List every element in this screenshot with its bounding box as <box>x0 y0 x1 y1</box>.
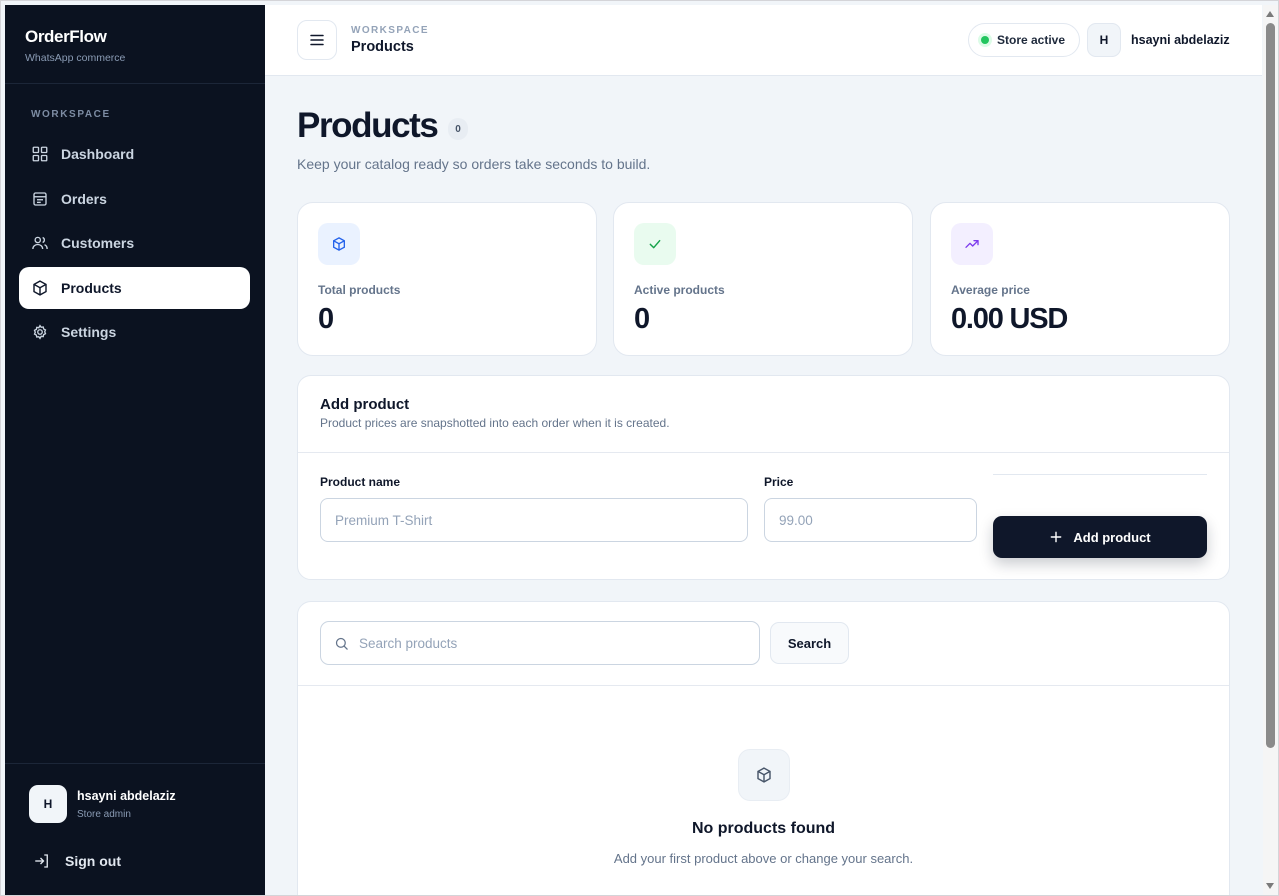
empty-state-icon-wrap <box>738 749 790 801</box>
card-divider <box>298 685 1229 686</box>
scrollbar-thumb[interactable] <box>1266 23 1275 748</box>
brand-subtitle: WhatsApp commerce <box>25 52 126 64</box>
sidebar-divider <box>5 763 265 764</box>
avatar: H <box>29 785 67 823</box>
sidebar-section-label: WORKSPACE <box>31 109 111 120</box>
sidebar-item-customers[interactable]: Customers <box>19 222 250 264</box>
divider <box>993 474 1207 475</box>
sidebar: OrderFlow WhatsApp commerce WORKSPACE Da… <box>5 5 265 895</box>
menu-toggle-button[interactable] <box>297 20 337 60</box>
search-icon <box>335 637 348 650</box>
stat-value: 0.00 USD <box>951 303 1068 335</box>
stat-icon-wrap <box>318 223 360 265</box>
sign-out-icon <box>35 854 48 868</box>
sidebar-item-label: Customers <box>61 235 135 251</box>
breadcrumb-title: Products <box>351 39 414 55</box>
page-title: Products <box>297 106 439 145</box>
plus-icon <box>1050 531 1062 543</box>
page-subtitle: Keep your catalog ready so orders take s… <box>297 156 651 172</box>
empty-state-subtitle: Add your first product above or change y… <box>613 851 914 866</box>
sidebar-item-dashboard[interactable]: Dashboard <box>19 133 250 175</box>
sidebar-item-label: Settings <box>61 324 117 340</box>
orders-icon <box>33 191 47 206</box>
trend-up-icon <box>965 240 979 248</box>
gear-icon <box>33 324 47 340</box>
price-input[interactable] <box>764 498 977 542</box>
grid-icon <box>32 146 48 162</box>
sign-out-button[interactable]: Sign out <box>33 852 121 870</box>
app-window: OrderFlow WhatsApp commerce WORKSPACE Da… <box>0 0 1279 896</box>
stat-card-active-products: Active products 0 <box>613 202 913 356</box>
sidebar-divider <box>5 83 265 84</box>
box-icon <box>757 767 771 783</box>
price-label: Price <box>764 475 794 489</box>
user-role: Store admin <box>77 808 131 820</box>
stat-card-average-price: Average price 0.00 USD <box>930 202 1230 356</box>
add-product-label: Add product <box>1073 529 1151 545</box>
search-field[interactable] <box>320 621 760 665</box>
user-name: hsayni abdelaziz <box>77 788 176 803</box>
sidebar-item-label: Orders <box>61 190 107 207</box>
stat-icon-wrap <box>634 223 676 265</box>
add-product-button[interactable]: Add product <box>993 516 1207 558</box>
stat-value: 0 <box>634 303 650 335</box>
product-name-label: Product name <box>320 475 401 489</box>
sidebar-item-label: Products <box>61 279 122 296</box>
sidebar-item-settings[interactable]: Settings <box>19 311 250 353</box>
sidebar-user: H hsayni abdelaziz Store admin <box>29 785 176 823</box>
stat-label: Average price <box>951 283 1030 297</box>
sidebar-item-label: Dashboard <box>61 146 135 162</box>
product-list-card: Search No products found Add your first … <box>297 601 1230 895</box>
stat-label: Total products <box>318 283 401 297</box>
stat-card-total-products: Total products 0 <box>297 202 597 356</box>
product-count-badge: 0 <box>448 118 468 140</box>
card-divider <box>298 452 1229 453</box>
scrollbar[interactable] <box>1263 5 1278 895</box>
store-status-label: Store active <box>997 33 1066 47</box>
check-icon <box>649 239 661 249</box>
user-name: hsayni abdelaziz <box>1131 33 1230 47</box>
avatar: H <box>1087 23 1121 57</box>
top-bar: WORKSPACE Products Store active H hsayni… <box>265 5 1262 76</box>
hamburger-icon <box>310 34 324 46</box>
box-icon <box>333 237 345 251</box>
add-product-card: Add product Product prices are snapshott… <box>297 375 1230 580</box>
sidebar-item-orders[interactable]: Orders <box>19 178 250 220</box>
sidebar-item-products[interactable]: Products <box>19 266 250 309</box>
sign-out-label: Sign out <box>65 853 121 869</box>
brand-name: OrderFlow <box>25 27 107 46</box>
scroll-up-arrow-icon[interactable] <box>1266 11 1274 17</box>
stat-icon-wrap <box>951 223 993 265</box>
sidebar-nav: Dashboard Orders Customers Products Sett… <box>19 133 250 356</box>
breadcrumb: WORKSPACE Products <box>351 25 429 55</box>
card-title: Add product <box>320 396 410 413</box>
user-menu[interactable]: H hsayni abdelaziz <box>1087 23 1230 57</box>
product-name-input[interactable] <box>320 498 748 542</box>
search-button[interactable]: Search <box>770 622 849 664</box>
users-icon <box>32 236 48 250</box>
stat-value: 0 <box>318 303 334 335</box>
breadcrumb-section: WORKSPACE <box>351 25 429 36</box>
store-status-badge: Store active <box>968 23 1081 57</box>
stat-label: Active products <box>634 283 725 297</box>
box-icon <box>33 279 47 296</box>
search-input[interactable] <box>359 622 755 664</box>
empty-state-title: No products found <box>691 820 836 837</box>
scroll-down-arrow-icon[interactable] <box>1266 883 1274 889</box>
brand[interactable]: OrderFlow WhatsApp commerce <box>25 27 125 64</box>
status-dot-icon <box>981 36 989 44</box>
card-description: Product prices are snapshotted into each… <box>320 416 670 430</box>
